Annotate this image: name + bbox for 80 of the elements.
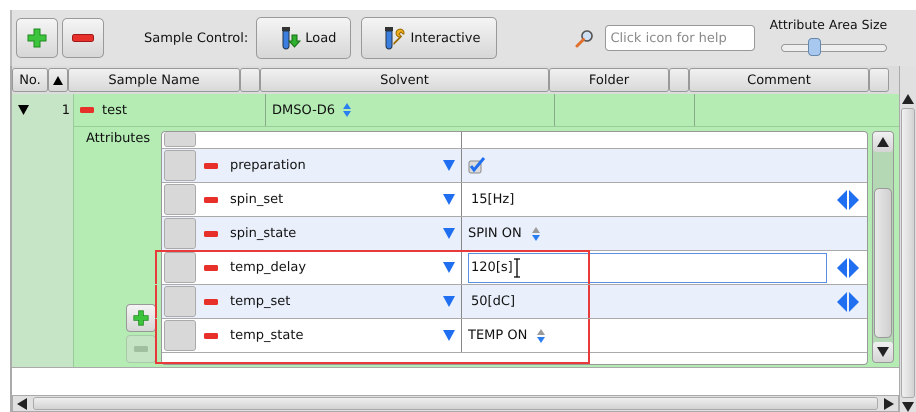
solvent-value: DMSO-D6 xyxy=(272,102,336,118)
dropdown-icon[interactable] xyxy=(443,160,455,171)
row-handle[interactable] xyxy=(164,150,196,181)
scroll-left-icon[interactable] xyxy=(17,398,27,410)
interactive-button[interactable]: Interactive xyxy=(361,17,498,59)
row-number: 1 xyxy=(62,102,70,118)
dropdown-icon[interactable] xyxy=(443,330,455,341)
scroll-thumb[interactable] xyxy=(901,108,916,398)
attribute-name: preparation xyxy=(230,158,307,173)
minus-icon xyxy=(134,346,148,352)
minus-icon xyxy=(72,34,94,42)
sample-name: test xyxy=(102,102,127,118)
column-header[interactable]: No. xyxy=(12,68,48,92)
search-icon[interactable] xyxy=(575,28,596,48)
scroll-up-icon[interactable] xyxy=(877,137,889,147)
minus-icon[interactable] xyxy=(204,162,218,168)
text-cursor-icon xyxy=(512,258,521,278)
tube-wrench-icon xyxy=(382,26,406,50)
attributes-label: Attributes xyxy=(86,131,150,146)
horizontal-scrollbar[interactable] xyxy=(12,395,900,412)
attribute-value: TEMP ON xyxy=(468,328,528,343)
attribute-name: temp_set xyxy=(230,294,292,309)
size-slider[interactable] xyxy=(781,38,888,56)
plus-icon xyxy=(133,310,149,326)
remove-button[interactable] xyxy=(62,18,104,58)
column-header[interactable] xyxy=(669,68,689,92)
spinner-icon[interactable] xyxy=(537,328,546,342)
minus-icon[interactable] xyxy=(204,332,218,338)
attribute-name: temp_delay xyxy=(230,260,308,275)
attribute-name: spin_state xyxy=(230,226,298,241)
checkbox[interactable] xyxy=(468,157,486,174)
column-header[interactable]: Folder xyxy=(549,68,669,92)
value-field[interactable]: 120[s] xyxy=(468,252,827,282)
left-right-arrows-icon[interactable] xyxy=(837,292,859,312)
add-button[interactable] xyxy=(16,18,58,58)
spinner-icon[interactable] xyxy=(532,226,540,240)
column-header[interactable]: Sample Name xyxy=(68,68,240,92)
minus-icon[interactable] xyxy=(204,196,218,202)
scroll-thumb[interactable] xyxy=(874,188,892,338)
row-handle[interactable] xyxy=(164,218,196,249)
dropdown-icon[interactable] xyxy=(443,228,455,239)
row-handle[interactable] xyxy=(164,286,196,317)
expand-icon[interactable] xyxy=(18,105,29,115)
attribute-name: temp_state xyxy=(230,328,304,343)
left-right-arrows-icon[interactable] xyxy=(837,190,859,210)
plus-icon xyxy=(27,28,47,48)
scroll-right-icon[interactable] xyxy=(884,398,894,410)
sort-up-icon xyxy=(53,76,63,84)
help-field[interactable]: Click icon for help xyxy=(605,25,756,51)
row-handle[interactable] xyxy=(164,184,196,215)
left-right-arrows-icon[interactable] xyxy=(837,258,859,278)
vertical-scrollbar[interactable] xyxy=(899,66,916,412)
dropdown-icon[interactable] xyxy=(443,296,455,307)
column-header[interactable]: Comment xyxy=(689,68,869,92)
dropdown-icon[interactable] xyxy=(443,262,455,273)
attribute-value: SPIN ON xyxy=(468,226,522,241)
attribute-value: 15[Hz] xyxy=(470,191,516,209)
add-attribute-button[interactable] xyxy=(126,304,156,332)
minus-icon[interactable] xyxy=(204,264,218,270)
row-handle[interactable] xyxy=(164,320,196,351)
scroll-down-icon[interactable] xyxy=(902,402,914,412)
attribute-name: spin_set xyxy=(230,192,284,207)
dropdown-icon[interactable] xyxy=(443,194,455,205)
attribute-value: 50[dC] xyxy=(470,293,516,311)
column-header[interactable]: Solvent xyxy=(260,68,549,92)
load-button[interactable]: Load xyxy=(256,17,352,59)
attribute-area-size-label: Attribute Area Size xyxy=(770,16,888,32)
spinner-icon[interactable] xyxy=(343,103,352,117)
column-header[interactable] xyxy=(869,68,889,92)
sort-button[interactable] xyxy=(48,68,68,92)
scroll-down-icon[interactable] xyxy=(877,347,889,357)
sample-control-label: Sample Control: xyxy=(144,30,248,46)
column-header[interactable] xyxy=(240,68,260,92)
row-handle[interactable] xyxy=(164,252,196,283)
scroll-thumb[interactable] xyxy=(33,397,878,410)
slider-thumb[interactable] xyxy=(808,38,822,56)
minus-icon[interactable] xyxy=(204,230,218,236)
attributes-scrollbar[interactable] xyxy=(872,131,894,363)
minus-icon[interactable] xyxy=(204,298,218,304)
scroll-up-icon[interactable] xyxy=(902,94,914,104)
